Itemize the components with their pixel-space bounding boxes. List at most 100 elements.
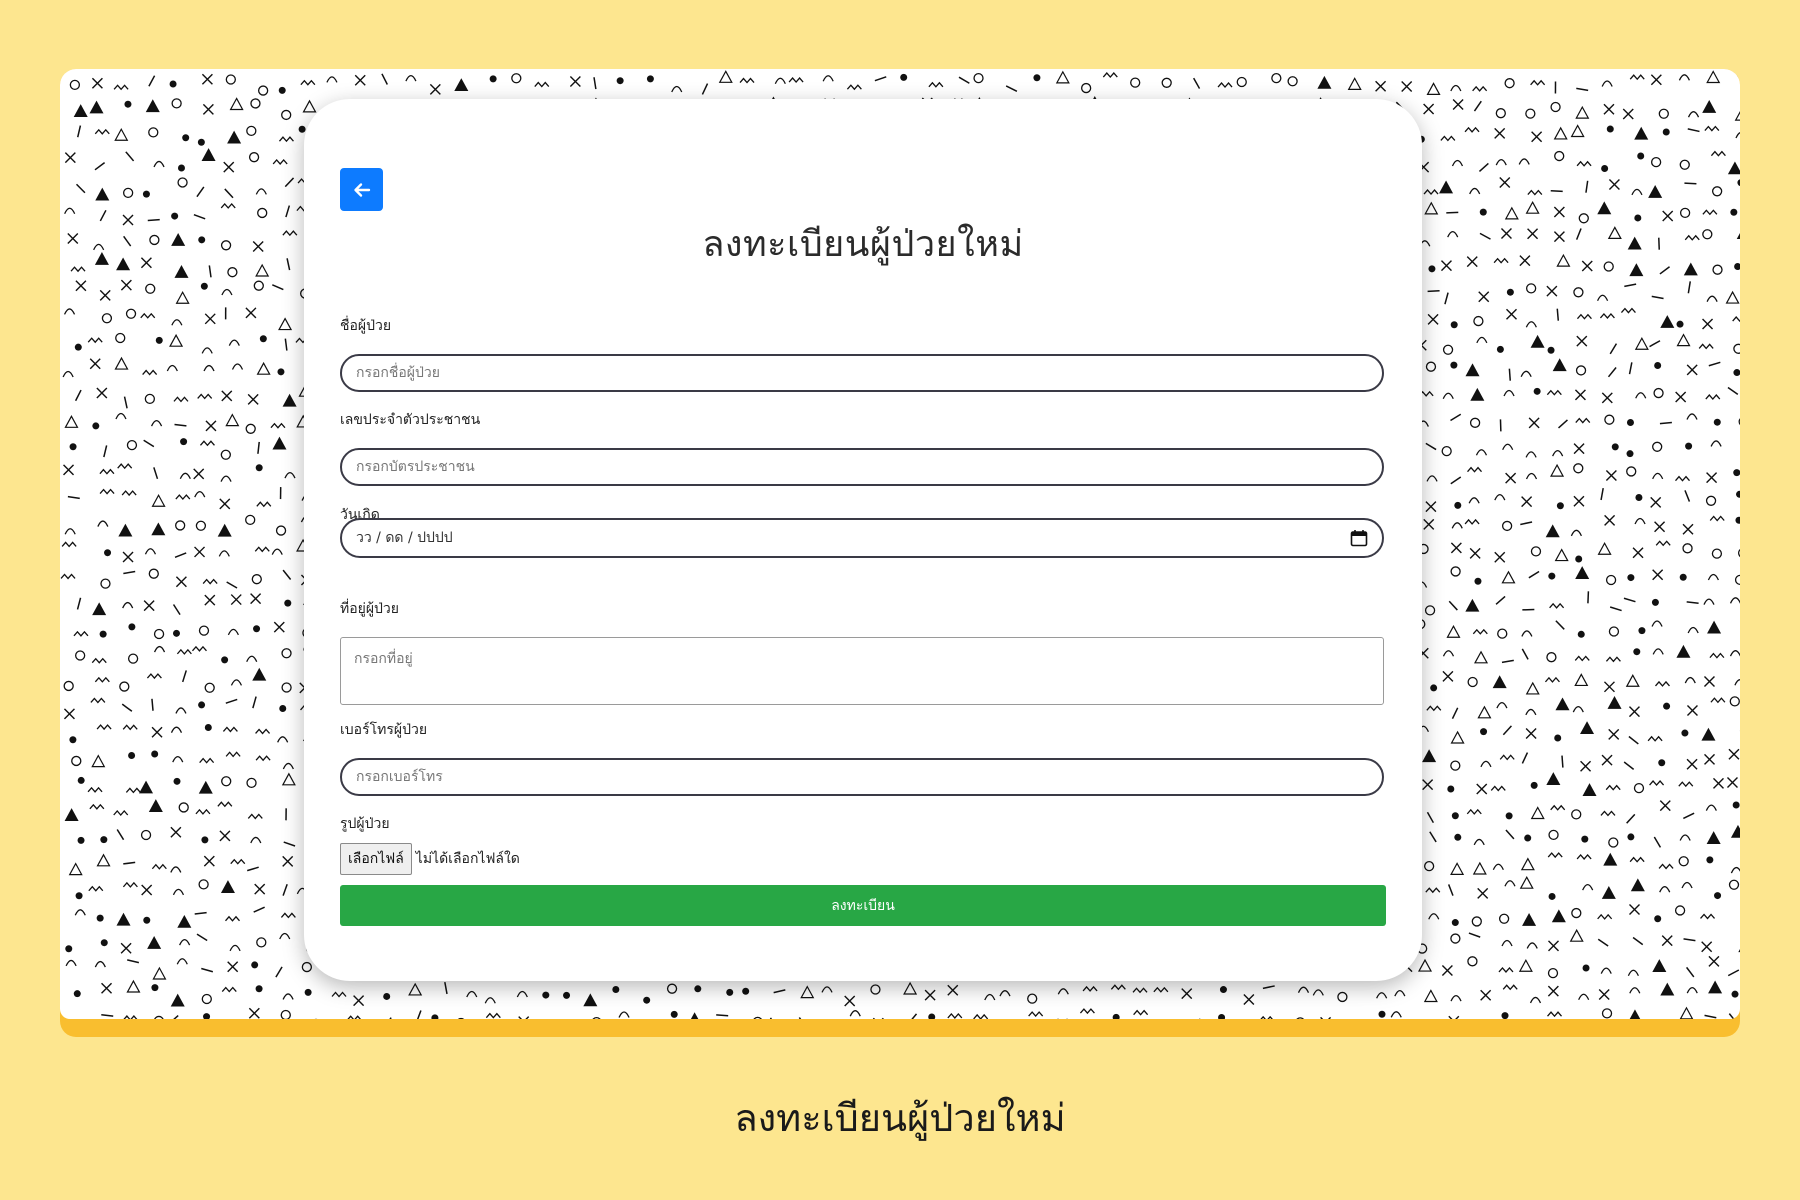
pattern-shape (67, 233, 79, 245)
pattern-shape (1550, 804, 1566, 811)
pattern-shape (1649, 780, 1665, 787)
register-button[interactable]: ลงทะเบียน (340, 885, 1386, 926)
pattern-shape (1495, 108, 1506, 119)
pattern-shape (1576, 335, 1588, 347)
pattern-shape (1505, 812, 1513, 820)
pattern-shape (64, 808, 79, 822)
pattern-shape (119, 681, 130, 692)
pattern-shape (1525, 681, 1540, 695)
pattern-shape (1450, 361, 1458, 369)
pattern-shape (542, 991, 550, 999)
pattern-shape (1450, 542, 1462, 554)
phone-input[interactable] (340, 758, 1384, 796)
pattern-shape (246, 777, 257, 789)
pattern-shape (701, 83, 709, 95)
pattern-shape (1571, 907, 1582, 919)
pattern-shape (220, 240, 232, 251)
pattern-shape (1574, 655, 1590, 662)
pattern-shape (65, 959, 77, 967)
pattern-shape (1442, 344, 1454, 355)
pattern-shape (1492, 675, 1507, 689)
pattern-shape (1700, 913, 1716, 920)
pattern-shape (245, 423, 256, 434)
pattern-shape (228, 339, 240, 346)
pattern-shape (872, 1017, 884, 1019)
pattern-shape (1501, 1012, 1509, 1019)
pattern-shape (1472, 861, 1487, 875)
pattern-shape (1530, 546, 1542, 557)
pattern-shape (1418, 958, 1433, 972)
pattern-shape (275, 966, 283, 978)
pattern-shape (1627, 833, 1635, 841)
pattern-shape (1464, 518, 1480, 525)
pattern-shape (281, 682, 292, 693)
pattern-shape (1472, 85, 1488, 92)
citizen-id-input[interactable] (340, 448, 1384, 486)
pattern-shape (716, 1014, 729, 1017)
pattern-shape (1495, 595, 1506, 605)
pattern-shape (1706, 831, 1721, 845)
pattern-shape (1450, 476, 1462, 485)
pattern-shape (223, 161, 235, 173)
pattern-shape (1608, 837, 1619, 848)
birthdate-input[interactable]: วว / ดด / ปปปป (340, 518, 1384, 558)
pattern-shape (64, 528, 76, 535)
pattern-shape (1608, 728, 1620, 740)
pattern-shape (128, 752, 136, 760)
pattern-shape (1601, 80, 1613, 87)
pattern-shape (1607, 226, 1622, 240)
pattern-shape (1548, 829, 1559, 841)
pattern-shape (1505, 472, 1517, 484)
pattern-shape (217, 523, 232, 537)
patient-name-input[interactable] (340, 354, 1384, 392)
address-textarea[interactable] (340, 637, 1384, 705)
pattern-shape (143, 600, 155, 612)
pattern-shape (1683, 938, 1696, 942)
pattern-shape (753, 1016, 762, 1019)
pattern-shape (148, 127, 159, 138)
pattern-shape (1082, 985, 1098, 992)
pattern-shape (1705, 495, 1717, 506)
pattern-shape (1454, 833, 1462, 841)
pattern-shape (1734, 679, 1740, 686)
pattern-shape (1518, 158, 1530, 165)
pattern-shape (1598, 989, 1610, 1000)
pattern-shape (124, 100, 132, 108)
pattern-shape (1580, 721, 1595, 735)
pattern-shape (277, 736, 289, 743)
pattern-shape (1732, 316, 1740, 323)
pattern-shape (1603, 261, 1614, 272)
pattern-shape (171, 233, 186, 246)
pattern-shape (179, 938, 191, 946)
pattern-shape (121, 490, 137, 497)
pattern-shape (283, 841, 296, 847)
pattern-shape (1219, 986, 1227, 994)
back-button[interactable] (340, 168, 383, 211)
pattern-shape (153, 160, 165, 168)
pattern-shape (1504, 880, 1516, 887)
pattern-shape (1625, 674, 1640, 687)
pattern-shape (96, 724, 112, 731)
pattern-shape (1686, 364, 1698, 376)
pattern-shape (1649, 340, 1661, 348)
choose-file-button[interactable]: เลือกไฟล์ (340, 843, 412, 875)
pattern-shape (202, 578, 218, 585)
pattern-shape (142, 190, 150, 198)
pattern-shape (1571, 809, 1582, 820)
photo-label: รูปผู้ป่วย (340, 816, 390, 832)
pattern-shape (1652, 569, 1664, 581)
pattern-shape (1426, 705, 1442, 712)
pattern-shape (353, 995, 365, 1007)
calendar-icon[interactable] (1350, 529, 1368, 547)
pattern-shape (1713, 418, 1721, 426)
pattern-shape (225, 74, 236, 85)
pattern-shape (1425, 361, 1437, 372)
pattern-shape (201, 347, 213, 354)
pattern-shape (1738, 418, 1740, 426)
pattern-shape (1424, 605, 1436, 616)
pattern-shape (1450, 730, 1465, 744)
pattern-shape (122, 187, 134, 199)
pattern-shape (1601, 164, 1609, 172)
pattern-shape (1497, 628, 1508, 639)
pattern-shape (1262, 985, 1275, 990)
